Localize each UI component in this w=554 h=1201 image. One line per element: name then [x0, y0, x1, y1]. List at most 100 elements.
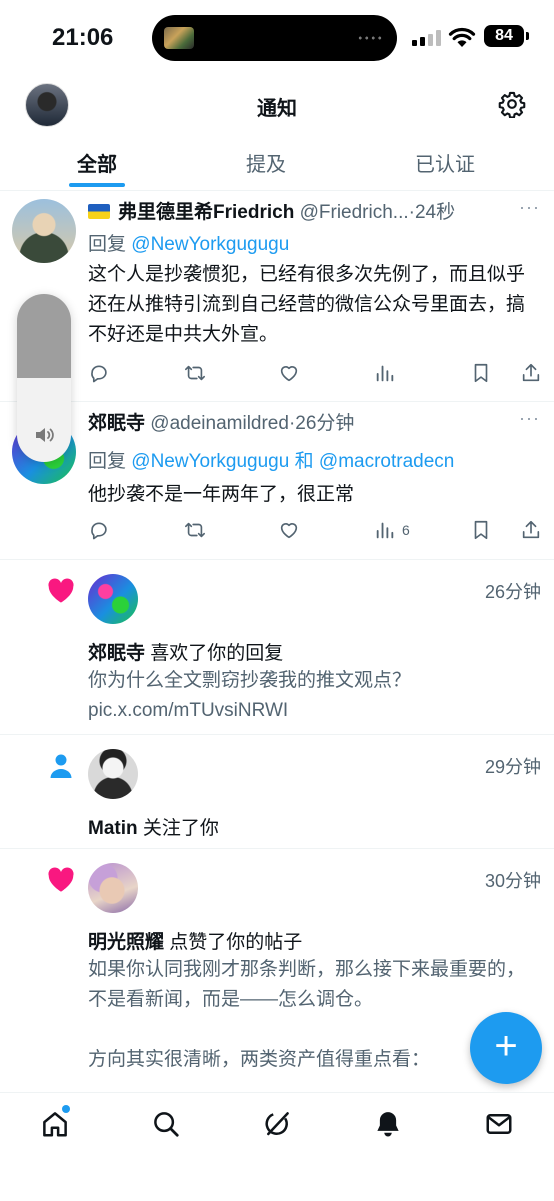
author-avatar[interactable] — [12, 199, 76, 263]
notification-time: 26分钟 — [484, 582, 541, 602]
share-button[interactable] — [520, 362, 542, 384]
reply-button[interactable] — [88, 519, 110, 541]
notification-action: 点赞了你的帖子 — [169, 932, 303, 953]
speaker-icon — [36, 428, 54, 442]
post-time: ·24秒 — [408, 202, 456, 223]
post-actions — [88, 362, 544, 388]
status-bar: 21:06 84 — [0, 0, 554, 76]
tab-verified[interactable]: 已认证 — [415, 148, 475, 177]
compose-button[interactable]: + — [470, 1012, 542, 1084]
mail-icon[interactable] — [484, 1109, 514, 1139]
gear-icon[interactable] — [498, 90, 526, 118]
notification-preview[interactable]: 你为什么全文剽窃抄袭我的推文观点？ pic.x.com/mTUvsiNRWI — [88, 666, 538, 726]
post-time: ·26分钟 — [288, 413, 355, 434]
reply-prefix: 回复 — [88, 234, 127, 255]
follow-notification[interactable]: 29分钟 Matin 关注了你 — [0, 735, 554, 849]
post-header: 郊眠寺 @adeinamildred·26分钟 — [88, 408, 544, 435]
repost-icon — [185, 522, 205, 538]
views-icon — [376, 365, 394, 382]
notification-summary: 明光照耀 点赞了你的帖子 — [88, 927, 302, 954]
reply-icon — [91, 365, 107, 383]
top-header: 通知 — [0, 76, 554, 136]
share-button[interactable] — [520, 519, 542, 541]
reply-button[interactable] — [88, 362, 110, 384]
user-name[interactable]: Matin — [88, 818, 138, 839]
heart-icon — [48, 578, 74, 603]
tab-mentions[interactable]: 提及 — [246, 148, 286, 177]
notification-summary: Matin 关注了你 — [88, 813, 219, 840]
post-text: 他抄袭不是一年两年了，很正常 — [88, 484, 355, 505]
user-avatar[interactable] — [88, 863, 138, 913]
notification-tabs: 全部 提及 已认证 — [0, 136, 554, 191]
waveform-icon — [357, 35, 383, 41]
reply-mention[interactable]: @NewYorkgugugu — [131, 451, 289, 472]
notification-action: 喜欢了你的回复 — [150, 643, 284, 664]
bookmark-button[interactable] — [470, 362, 492, 384]
repost-icon — [185, 365, 205, 381]
clock: 21:06 — [52, 24, 114, 51]
author-handle[interactable]: @Friedrich... — [300, 202, 409, 223]
views-icon — [376, 522, 394, 539]
wifi-icon — [448, 27, 476, 47]
active-tab-indicator — [69, 183, 125, 187]
views-count: 6 — [402, 522, 410, 538]
user-avatar[interactable] — [88, 574, 138, 624]
like-notification[interactable]: 26分钟 郊眠寺 喜欢了你的回复 你为什么全文剽窃抄袭我的推文观点？ pic.x… — [0, 560, 554, 735]
reply-prefix: 回复 — [88, 451, 127, 472]
more-options-icon[interactable]: ··· — [519, 408, 540, 429]
heart-icon — [48, 867, 74, 892]
post-text: 这个人是抄袭惯犯，已经有很多次先例了，而且似乎还在从推特引流到自己经营的微信公众… — [88, 264, 526, 345]
views-button[interactable]: 6 — [374, 519, 410, 541]
notification-time: 29分钟 — [484, 757, 541, 777]
notification-summary: 郊眠寺 喜欢了你的回复 — [88, 638, 283, 665]
author-name[interactable]: 郊眠寺 — [88, 413, 145, 434]
more-options-icon[interactable]: ··· — [519, 197, 540, 218]
user-name[interactable]: 郊眠寺 — [88, 643, 145, 664]
repost-button[interactable] — [183, 362, 207, 384]
volume-indicator — [17, 294, 71, 462]
like-button[interactable] — [278, 362, 300, 384]
notification-action: 关注了你 — [142, 818, 219, 839]
search-icon[interactable] — [151, 1109, 181, 1139]
user-avatar[interactable] — [88, 749, 138, 799]
home-unread-dot — [62, 1105, 70, 1113]
page-title: 通知 — [257, 98, 297, 120]
person-icon — [50, 754, 72, 778]
cellular-signal-icon — [412, 30, 442, 46]
reply-context: 回复 @NewYorkgugugu — [88, 229, 289, 256]
plus-icon: + — [494, 1024, 518, 1068]
reply-mention[interactable]: @macrotradecn — [319, 451, 454, 472]
views-button[interactable] — [374, 362, 402, 384]
volume-track — [17, 294, 71, 378]
battery-tip — [526, 32, 529, 40]
home-icon[interactable] — [40, 1109, 70, 1139]
heart-outline-icon — [280, 366, 298, 382]
tab-all[interactable]: 全部 — [77, 148, 117, 177]
notification-time: 30分钟 — [484, 871, 541, 891]
repost-button[interactable] — [183, 519, 207, 541]
now-playing-thumbnail — [164, 27, 194, 49]
dynamic-island[interactable] — [152, 15, 397, 61]
bookmark-button[interactable] — [470, 519, 492, 541]
grok-icon[interactable] — [262, 1109, 292, 1139]
bookmark-icon — [474, 363, 488, 383]
reply-mention[interactable]: @NewYorkgugugu — [131, 234, 289, 255]
author-handle[interactable]: @adeinamildred — [150, 413, 289, 434]
reply-context: 回复 @NewYorkgugugu 和 @macrotradecn — [88, 446, 454, 473]
bottom-navigation — [0, 1092, 554, 1201]
user-name[interactable]: 明光照耀 — [88, 932, 164, 953]
like-button[interactable] — [278, 519, 300, 541]
heart-outline-icon — [280, 523, 298, 539]
reply-icon — [91, 522, 107, 540]
bookmark-icon — [474, 520, 488, 540]
reply-and: 和 — [294, 451, 314, 472]
share-icon — [522, 363, 540, 382]
reply-post[interactable]: 弗里德里希Friedrich @Friedrich...·24秒 ··· 回复 … — [0, 191, 554, 402]
author-name[interactable]: 弗里德里希Friedrich — [118, 202, 294, 223]
reply-post[interactable]: 郊眠寺 @adeinamildred·26分钟 ··· 回复 @NewYorkg… — [0, 402, 554, 560]
ukraine-flag-icon — [88, 204, 110, 219]
battery-indicator: 84 — [484, 25, 524, 47]
share-icon — [522, 520, 540, 539]
post-actions: 6 — [88, 519, 544, 545]
bell-icon[interactable] — [373, 1109, 403, 1139]
